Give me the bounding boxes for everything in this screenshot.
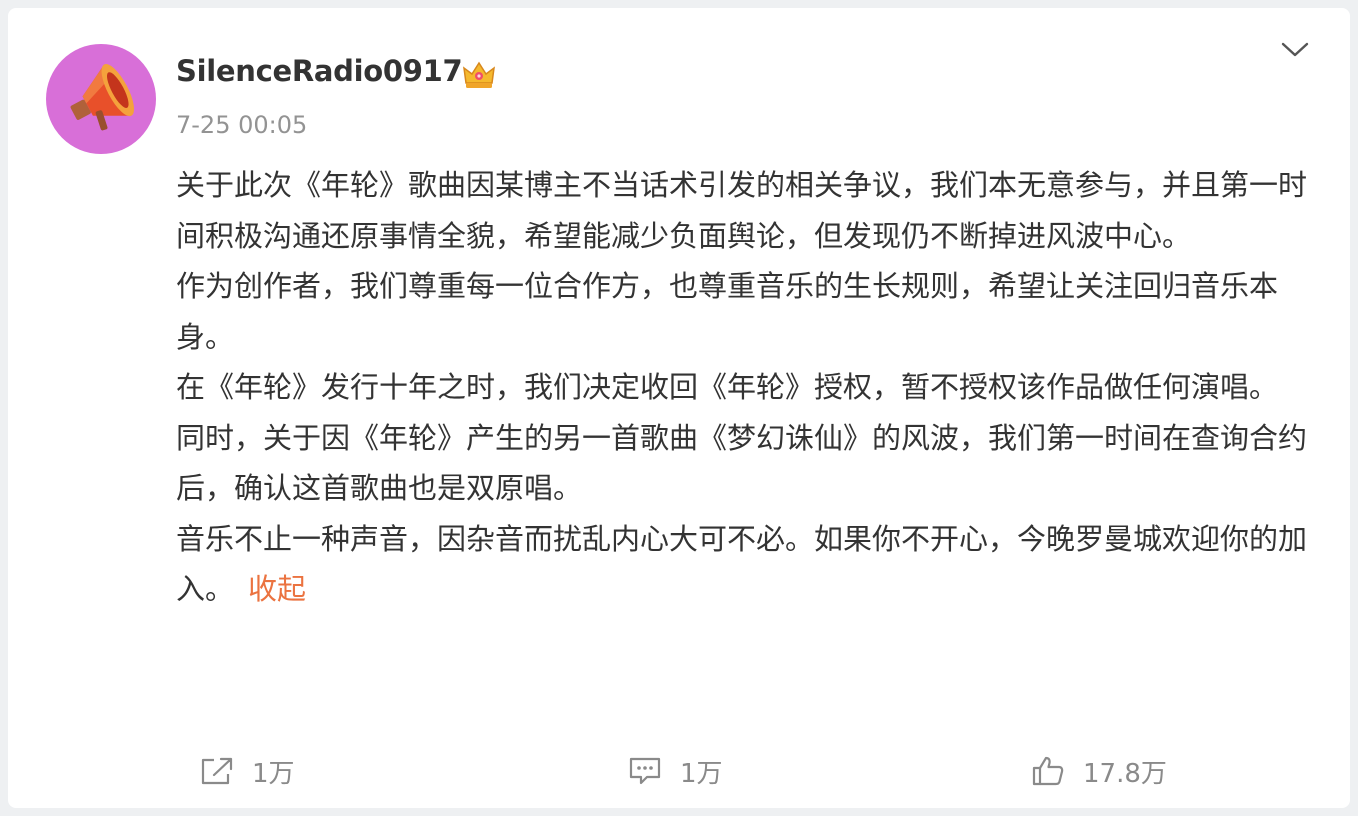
- share-icon: [201, 757, 233, 785]
- avatar[interactable]: [46, 44, 156, 154]
- repost-count: 1万: [252, 758, 295, 789]
- username[interactable]: SilenceRadio0917: [176, 54, 463, 88]
- comment-icon: [629, 757, 661, 785]
- collapse-link[interactable]: 收起: [248, 572, 306, 606]
- post-paragraph: 同时，关于因《年轮》产生的另一首歌曲《梦幻诛仙》的风波，我们第一时间在查询合约后…: [176, 420, 1308, 506]
- post-paragraph-last: 音乐不止一种声音，因杂音而扰乱内心大可不必。如果你不开心，今晚罗曼城欢迎你的加入…: [176, 514, 1326, 615]
- post-paragraph: 作为创作者，我们尊重每一位合作方，也尊重音乐的生长规则，希望让关注回归音乐本身。: [176, 269, 1279, 354]
- thumbs-up-icon: [1032, 756, 1064, 786]
- comment-count: 1万: [680, 758, 723, 789]
- megaphone-icon: [70, 64, 135, 131]
- like-button[interactable]: 17.8万: [1031, 750, 1167, 792]
- chevron-down-icon[interactable]: [1279, 38, 1311, 62]
- post-card: SilenceRadio0917 7-25 00:05 关于此次《年轮》歌曲因某…: [8, 8, 1350, 808]
- repost-button[interactable]: 1万: [200, 750, 295, 792]
- comment-button[interactable]: 1万: [628, 750, 723, 792]
- crown-icon[interactable]: [462, 59, 496, 91]
- like-count: 17.8万: [1083, 758, 1167, 789]
- post-paragraph: 关于此次《年轮》歌曲因某博主不当话术引发的相关争议，我们本无意参与，并且第一时间…: [176, 168, 1308, 253]
- post-content: 关于此次《年轮》歌曲因某博主不当话术引发的相关争议，我们本无意参与，并且第一时间…: [176, 160, 1326, 615]
- post-paragraph: 在《年轮》发行十年之时，我们决定收回《年轮》授权，暂不授权该作品做任何演唱。: [176, 370, 1279, 404]
- post-paragraph: 音乐不止一种声音，因杂音而扰乱内心大可不必。如果你不开心，今晚罗曼城欢迎你的加入…: [176, 521, 1308, 607]
- timestamp: 7-25 00:05: [176, 111, 308, 139]
